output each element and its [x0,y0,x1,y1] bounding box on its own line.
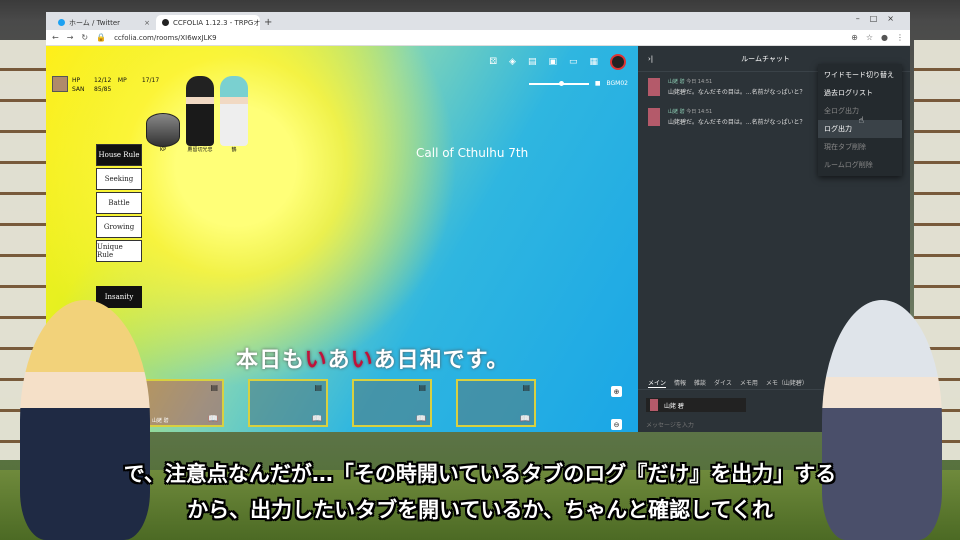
back-icon[interactable]: ← [52,33,59,42]
subtitle-line-1: で、注意点なんだが…「その時開いているタブのログ『だけ』を出力」する [123,462,837,486]
chat-tab-dice[interactable]: ダイス [714,378,732,387]
bgm-label: BGM02 [606,80,628,87]
reload-icon[interactable]: ↻ [81,33,88,42]
ccfolia-app: HP 12/12 MP 17/17 SAN 85/85 KP 鷹留切光忠 鶴 ⚄… [46,46,910,432]
sender-select[interactable]: 山姥 碧 [646,398,746,412]
character-standee [186,76,214,146]
avatar [52,76,68,92]
book-icon: 📖 [416,414,426,423]
tab-label: ホーム / Twitter [69,18,121,27]
lock-icon: 🔒 [96,33,107,42]
card-slots: ▤ 📖 山姥 碧 ▤ 📖 ▤ 📖 ▤ 📖 [144,379,536,427]
card-slot[interactable]: ▤ 📖 山姥 碧 [144,379,224,427]
board-title: Call of Cthulhu 7th [416,146,529,160]
twitter-icon [58,19,65,26]
screen-icon[interactable]: ▭ [569,57,578,67]
zoom-controls: ⊕ ⊖ [611,386,622,430]
character-standee [220,76,248,146]
chat-tab-memo[interactable]: メモ用 [740,378,758,387]
pointer-cursor-icon: ☝ [858,116,864,126]
stop-icon[interactable]: ■ [595,80,601,87]
new-tab-button[interactable]: + [264,17,272,30]
bgm-volume: ■ BGM02 [528,80,628,87]
profile-icon[interactable]: ● [881,33,888,42]
token-icon [146,113,180,147]
browser-window: ホーム / Twitter × CCFOLIA 1.12.3 - TRPGオンラ… [46,12,910,432]
piece-character-2[interactable]: 鶴 [220,76,248,153]
card-slot[interactable]: ▤ 📖 [352,379,432,427]
rule-button-unique-rule[interactable]: Unique Rule [96,240,142,262]
deck-icon: ▤ [210,383,218,392]
rule-button-battle[interactable]: Battle [96,192,142,214]
avatar [648,108,660,126]
zoom-in-icon[interactable]: ⊕ [611,386,622,397]
collapse-icon[interactable]: ›| [648,55,653,63]
ccfolia-icon [162,19,169,26]
board-pieces: KP 鷹留切光忠 鶴 [146,76,248,153]
deck-icon: ▤ [314,383,322,392]
menu-icon[interactable]: ⋮ [896,33,904,42]
image-icon[interactable]: ▣ [548,57,557,67]
volume-slider[interactable] [528,80,589,86]
browser-tab-twitter[interactable]: ホーム / Twitter × [52,15,156,30]
layers-icon[interactable]: ◈ [509,57,516,67]
slot-label: 山姥 碧 [152,418,169,424]
card-slot[interactable]: ▤ 📖 [456,379,536,427]
rule-button-seeking[interactable]: Seeking [96,168,142,190]
user-avatar-icon[interactable] [610,54,626,70]
menu-item-delete-current-tab[interactable]: 現在タブ削除 [818,138,902,156]
rule-button-growing[interactable]: Growing [96,216,142,238]
dice-icon[interactable]: ⚄ [489,57,497,67]
memo-icon[interactable]: ▤ [528,57,537,67]
menu-item-past-logs[interactable]: 過去ログリスト [818,84,902,102]
avatar [648,78,660,96]
chat-tab-memo-character[interactable]: メモ（山姥碧） [766,378,808,387]
grid-icon[interactable]: ▦ [589,57,598,67]
book-icon: 📖 [208,414,218,423]
rule-menu: House Rule Seeking Battle Growing Unique… [96,144,142,264]
board-banner: 本日もいあいあ日和です。 [236,348,510,373]
forward-icon[interactable]: → [67,33,74,42]
menu-item-wide-mode[interactable]: ワイドモード切り替え [818,66,902,84]
avatar [650,399,658,411]
tab-label: CCFOLIA 1.12.3 - TRPGオンライン [173,18,260,27]
chat-tab-main[interactable]: メイン [648,378,667,388]
card-slot[interactable]: ▤ 📖 [248,379,328,427]
subtitle-line-2: から、出力したいタブを開いているか、ちゃんと確認してくれ [187,498,773,522]
chat-tab-info[interactable]: 情報 [674,378,686,387]
piece-kp[interactable]: KP [146,113,180,153]
piece-character-1[interactable]: 鷹留切光忠 [186,76,214,153]
zoom-out-icon[interactable]: ⊖ [611,419,622,430]
window-controls[interactable]: –□× [856,14,904,23]
deck-icon: ▤ [418,383,426,392]
chat-title: ルームチャット [741,54,790,63]
rule-button-house-rule[interactable]: House Rule [96,144,142,166]
close-icon[interactable]: × [144,19,150,27]
book-icon: 📖 [312,414,322,423]
board-toolbar: ⚄ ◈ ▤ ▣ ▭ ▦ [489,54,626,70]
book-icon: 📖 [520,414,530,423]
menu-item-delete-room-log[interactable]: ルームログ削除 [818,156,902,174]
zoom-icon[interactable]: ⊕ [851,33,858,42]
browser-tab-ccfolia[interactable]: CCFOLIA 1.12.3 - TRPGオンライン × [156,15,260,30]
address-bar: ← → ↻ 🔒 ccfolia.com/rooms/XI6wxJLK9 ⊕ ☆ … [46,30,910,46]
url-text[interactable]: ccfolia.com/rooms/XI6wxJLK9 [114,34,216,42]
deck-icon: ▤ [522,383,530,392]
star-icon[interactable]: ☆ [866,33,873,42]
browser-tabbar: ホーム / Twitter × CCFOLIA 1.12.3 - TRPGオンラ… [46,12,910,30]
chat-tab-chat[interactable]: 雑談 [694,378,706,387]
